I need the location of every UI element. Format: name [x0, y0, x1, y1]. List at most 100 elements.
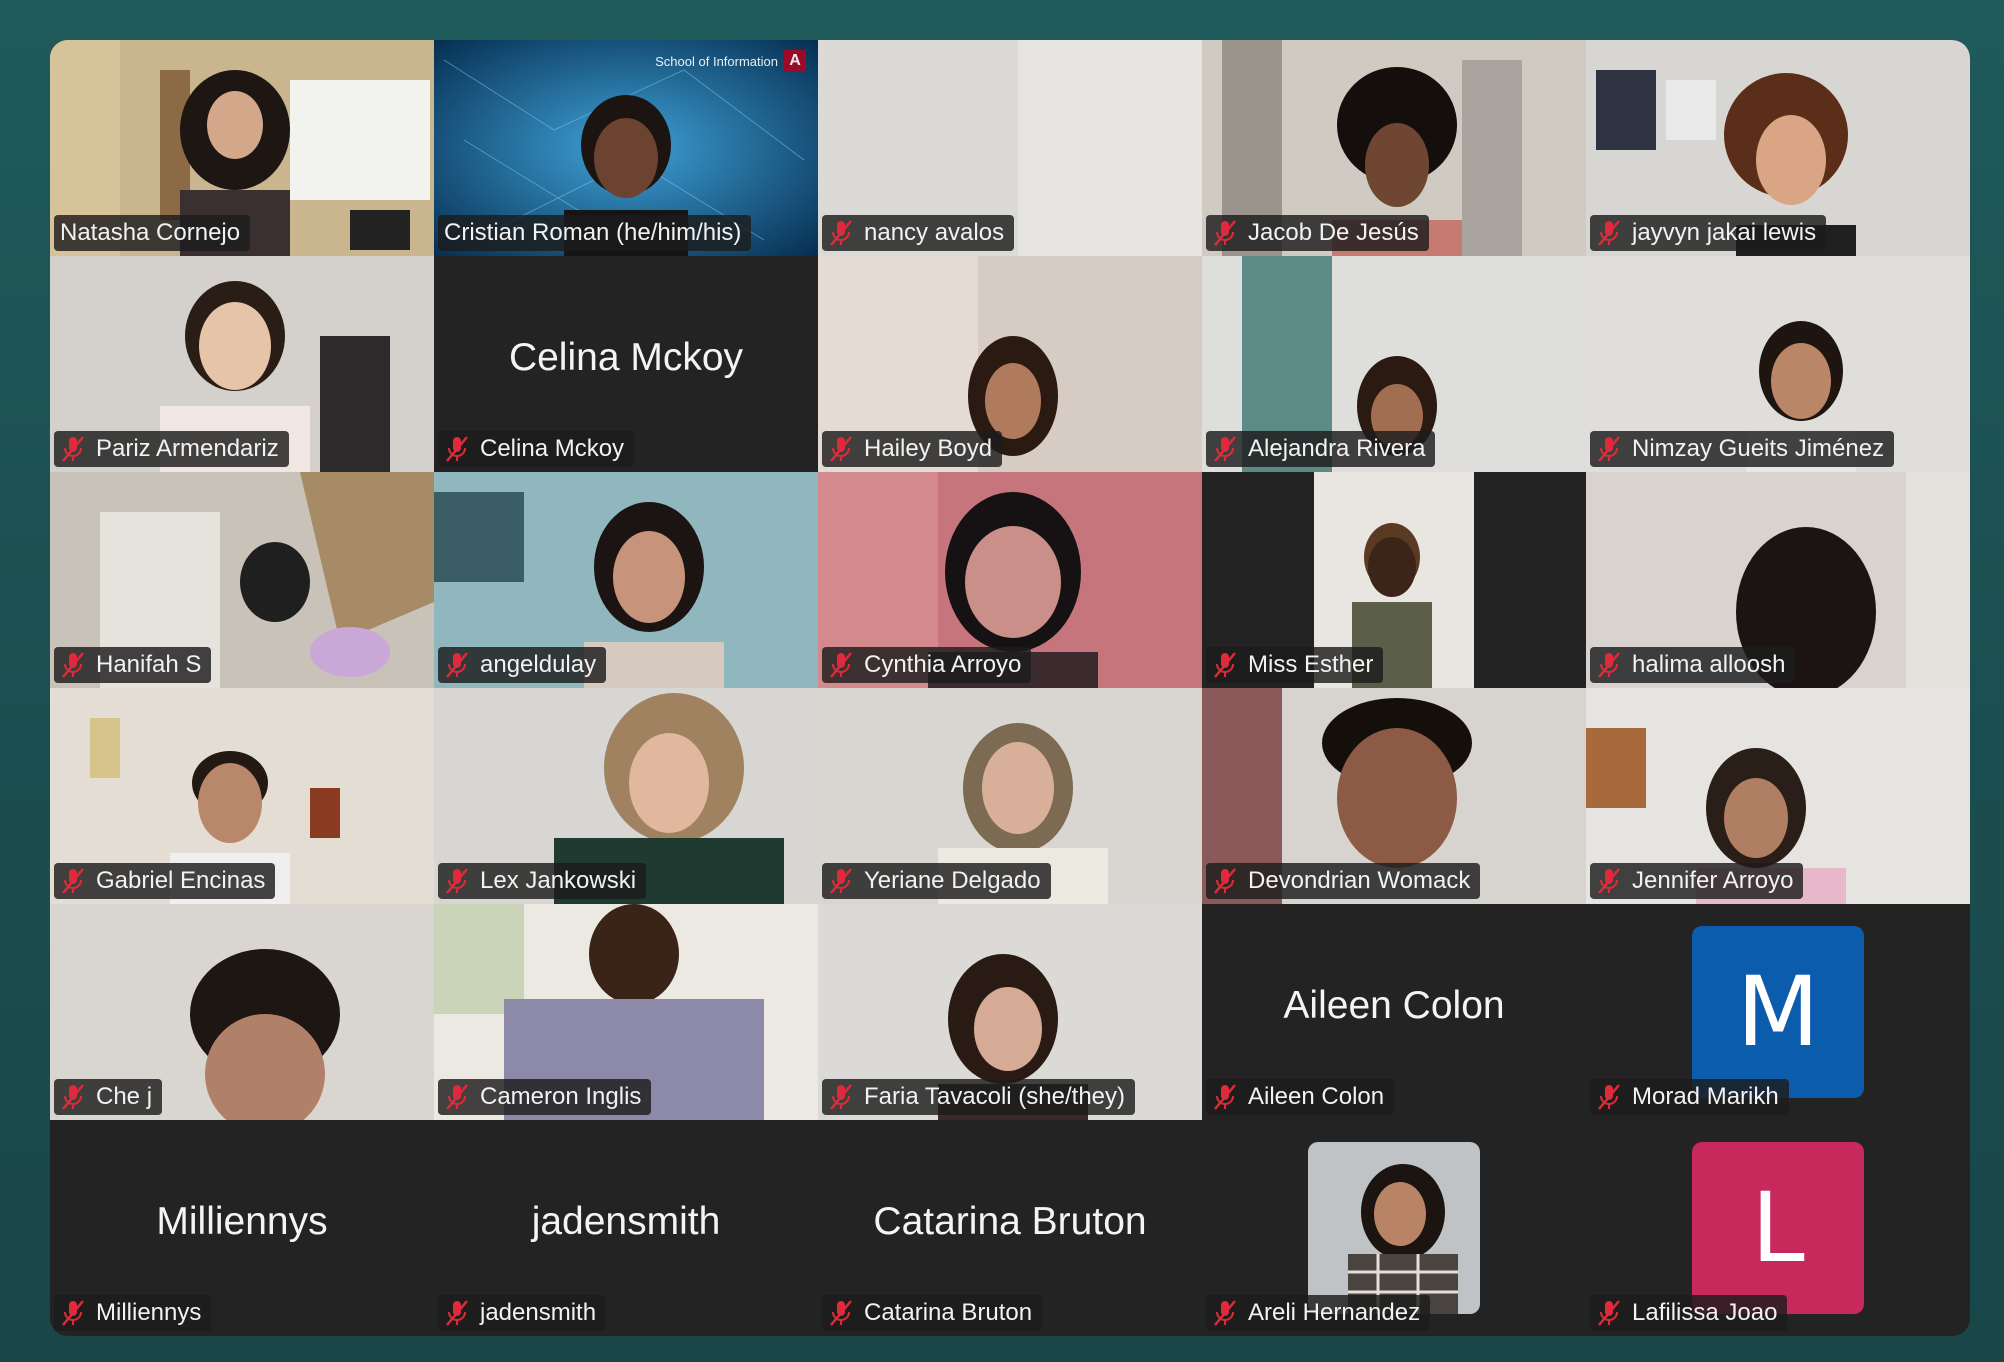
participant-tile[interactable]: jayvyn jakai lewis: [1586, 40, 1970, 256]
muted-mic-icon: [830, 652, 852, 678]
participant-name: Hailey Boyd: [864, 435, 993, 462]
participant-name: Jacob De Jesús: [1248, 219, 1419, 246]
participant-tile[interactable]: L Lafilissa Joao: [1586, 1120, 1970, 1336]
participant-tile[interactable]: Che j: [50, 904, 434, 1120]
participant-name: Aileen Colon: [1248, 1083, 1385, 1110]
participant-name: Alejandra Rivera: [1248, 435, 1426, 462]
participant-name: Pariz Armendariz: [96, 435, 279, 462]
logo-text: School of Information: [655, 53, 778, 69]
participant-display-name: Catarina Bruton: [873, 1200, 1147, 1243]
participant-name: jadensmith: [480, 1299, 597, 1326]
participant-name: jayvyn jakai lewis: [1632, 219, 1817, 246]
participant-tile[interactable]: Faria Tavacoli (she/they): [818, 904, 1202, 1120]
muted-mic-icon: [830, 436, 852, 462]
participant-name: Devondrian Womack: [1248, 867, 1471, 894]
participant-tile[interactable]: Lex Jankowski: [434, 688, 818, 904]
muted-mic-icon: [62, 1300, 84, 1326]
video-gallery: Natasha Cornejo School of Information A …: [50, 40, 1970, 1336]
participant-nameplate: jayvyn jakai lewis: [1590, 215, 1827, 251]
participant-tile[interactable]: Cynthia Arroyo: [818, 472, 1202, 688]
participant-nameplate: angeldulay: [438, 647, 607, 683]
participant-nameplate: Cynthia Arroyo: [822, 647, 1032, 683]
participant-tile[interactable]: M Morad Marikh: [1586, 904, 1970, 1120]
muted-mic-icon: [446, 652, 468, 678]
participant-name: Yeriane Delgado: [864, 867, 1041, 894]
participant-tile[interactable]: Miss Esther: [1202, 472, 1586, 688]
participant-name: Faria Tavacoli (she/they): [864, 1083, 1125, 1110]
participant-nameplate: Cristian Roman (he/him/his): [438, 215, 752, 251]
muted-mic-icon: [1598, 868, 1620, 894]
participant-tile[interactable]: Celina Mckoy Celina Mckoy: [434, 256, 818, 472]
muted-mic-icon: [830, 220, 852, 246]
participant-nameplate: Yeriane Delgado: [822, 863, 1051, 899]
participant-tile[interactable]: Natasha Cornejo: [50, 40, 434, 256]
participant-nameplate: Gabriel Encinas: [54, 863, 276, 899]
participant-name: halima alloosh: [1632, 651, 1786, 678]
participant-name: Areli Hernandez: [1248, 1299, 1421, 1326]
muted-mic-icon: [1598, 1084, 1620, 1110]
participant-nameplate: Miss Esther: [1206, 647, 1384, 683]
muted-mic-icon: [1598, 220, 1620, 246]
participant-tile[interactable]: halima alloosh: [1586, 472, 1970, 688]
school-logo: School of Information A: [655, 50, 806, 72]
participant-tile[interactable]: Areli Hernandez: [1202, 1120, 1586, 1336]
muted-mic-icon: [62, 652, 84, 678]
avatar: M: [1692, 926, 1864, 1098]
participant-nameplate: Cameron Inglis: [438, 1079, 652, 1115]
participant-tile[interactable]: Pariz Armendariz: [50, 256, 434, 472]
participant-tile[interactable]: Catarina Bruton Catarina Bruton: [818, 1120, 1202, 1336]
muted-mic-icon: [830, 1300, 852, 1326]
participant-tile[interactable]: Alejandra Rivera: [1202, 256, 1586, 472]
participant-tile[interactable]: Hailey Boyd: [818, 256, 1202, 472]
avatar-photo: [1308, 1142, 1480, 1314]
muted-mic-icon: [446, 1084, 468, 1110]
participant-tile[interactable]: Gabriel Encinas: [50, 688, 434, 904]
participant-nameplate: Natasha Cornejo: [54, 215, 251, 251]
participant-tile[interactable]: Aileen Colon Aileen Colon: [1202, 904, 1586, 1120]
muted-mic-icon: [446, 436, 468, 462]
participant-tile[interactable]: Cameron Inglis: [434, 904, 818, 1120]
participant-name: Lafilissa Joao: [1632, 1299, 1778, 1326]
participant-nameplate: nancy avalos: [822, 215, 1015, 251]
participant-display-name: jadensmith: [531, 1200, 721, 1243]
participant-nameplate: Jennifer Arroyo: [1590, 863, 1804, 899]
participant-tile[interactable]: Devondrian Womack: [1202, 688, 1586, 904]
participant-name: Milliennys: [96, 1299, 202, 1326]
participant-nameplate: Pariz Armendariz: [54, 431, 289, 467]
participant-nameplate: Nimzay Gueits Jiménez: [1590, 431, 1895, 467]
participant-nameplate: Devondrian Womack: [1206, 863, 1481, 899]
participant-name: Cristian Roman (he/him/his): [444, 219, 742, 246]
participant-name: angeldulay: [480, 651, 597, 678]
participant-display-name: Celina Mckoy: [508, 336, 744, 379]
participant-tile[interactable]: Yeriane Delgado: [818, 688, 1202, 904]
participant-tile[interactable]: angeldulay: [434, 472, 818, 688]
participant-tile[interactable]: Nimzay Gueits Jiménez: [1586, 256, 1970, 472]
participant-nameplate: Milliennys: [54, 1295, 212, 1331]
muted-mic-icon: [1214, 436, 1236, 462]
muted-mic-icon: [1214, 652, 1236, 678]
participant-tile[interactable]: School of Information A Cristian Roman (…: [434, 40, 818, 256]
participant-name: Natasha Cornejo: [60, 219, 241, 246]
participant-tile[interactable]: Milliennys Milliennys: [50, 1120, 434, 1336]
muted-mic-icon: [446, 1300, 468, 1326]
participant-nameplate: jadensmith: [438, 1295, 607, 1331]
participant-tile[interactable]: Hanifah S: [50, 472, 434, 688]
participant-name: Cameron Inglis: [480, 1083, 642, 1110]
participant-display-name: Aileen Colon: [1283, 984, 1505, 1027]
participant-name: Celina Mckoy: [480, 435, 625, 462]
participant-nameplate: Areli Hernandez: [1206, 1295, 1431, 1331]
participant-nameplate: Hanifah S: [54, 647, 212, 683]
participant-name: Jennifer Arroyo: [1632, 867, 1794, 894]
participant-tile[interactable]: Jennifer Arroyo: [1586, 688, 1970, 904]
participant-tile[interactable]: nancy avalos: [818, 40, 1202, 256]
profile-photo-image: [1308, 1142, 1480, 1314]
participant-nameplate: Lex Jankowski: [438, 863, 647, 899]
participant-tile[interactable]: Jacob De Jesús: [1202, 40, 1586, 256]
muted-mic-icon: [1598, 436, 1620, 462]
muted-mic-icon: [1598, 652, 1620, 678]
participant-name: Miss Esther: [1248, 651, 1374, 678]
participant-nameplate: Che j: [54, 1079, 163, 1115]
participant-nameplate: Hailey Boyd: [822, 431, 1003, 467]
participant-name: Gabriel Encinas: [96, 867, 266, 894]
participant-tile[interactable]: jadensmith jadensmith: [434, 1120, 818, 1336]
